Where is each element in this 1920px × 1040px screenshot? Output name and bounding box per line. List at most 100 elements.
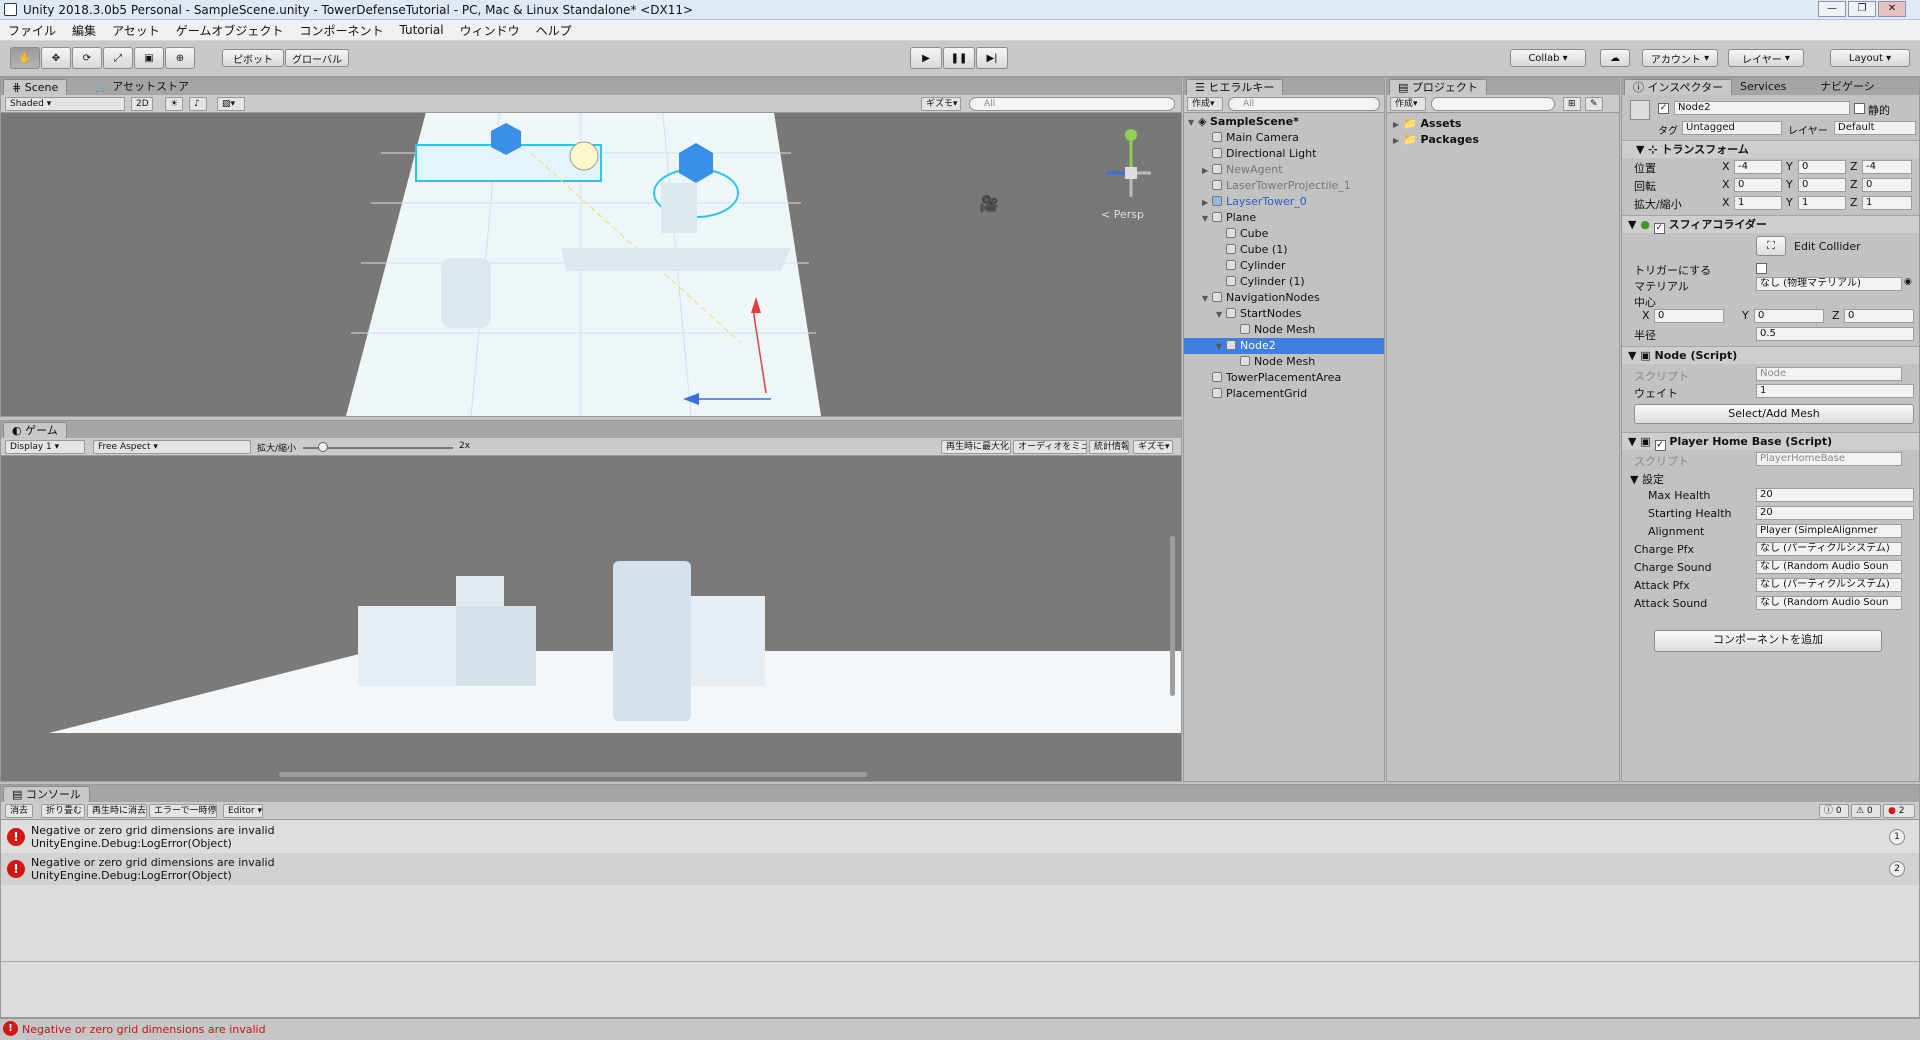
center-z-field[interactable]: 0 bbox=[1844, 309, 1914, 323]
scale-slider-thumb[interactable] bbox=[318, 442, 328, 452]
object-name-field[interactable]: Node2 bbox=[1674, 101, 1850, 115]
center-x-field[interactable]: 0 bbox=[1654, 309, 1724, 323]
play-button[interactable]: ▶ bbox=[910, 47, 942, 69]
aspect-dropdown[interactable]: Free Aspect ▾ bbox=[93, 440, 251, 454]
hierarchy-create-dropdown[interactable]: 作成▾ bbox=[1187, 97, 1223, 111]
alignment-field[interactable]: Player (SimpleAlignmer bbox=[1756, 524, 1902, 538]
scene-viewport[interactable]: 🎥 < Persp bbox=[1, 113, 1181, 416]
weight-field[interactable]: 1 bbox=[1756, 384, 1914, 398]
global-toggle[interactable]: グローバル bbox=[285, 49, 349, 67]
tab-console[interactable]: ▤ コンソール bbox=[3, 786, 90, 802]
error-filter-toggle[interactable]: ● 2 bbox=[1883, 804, 1915, 818]
collapse-toggle[interactable]: 折り畳む bbox=[41, 804, 85, 818]
charge-pfx-field[interactable]: なし (パーティクルシステム) bbox=[1756, 542, 1902, 556]
active-checkbox[interactable]: ✓ bbox=[1658, 103, 1669, 114]
clear-on-play-toggle[interactable]: 再生時に消去 bbox=[87, 804, 147, 818]
tab-scene[interactable]: ⋕ Scene bbox=[3, 79, 68, 95]
expand-arrow-icon[interactable]: ▼ bbox=[1188, 115, 1198, 131]
tab-inspector[interactable]: ⓘ インスペクター bbox=[1624, 79, 1733, 95]
rotation-y-field[interactable]: 0 bbox=[1798, 178, 1846, 192]
mode-2d-toggle[interactable]: 2D bbox=[131, 97, 153, 111]
settings-foldout[interactable]: ▼ 設定 bbox=[1630, 471, 1664, 487]
hierarchy-item[interactable]: ▶ NewAgent bbox=[1184, 162, 1384, 178]
hierarchy-item[interactable]: ▼ StartNodes bbox=[1184, 306, 1384, 322]
rotation-z-field[interactable]: 0 bbox=[1862, 178, 1912, 192]
rect-tool-icon[interactable]: ▣ bbox=[134, 47, 164, 69]
move-tool-icon[interactable]: ✥ bbox=[41, 47, 71, 69]
node-script-header[interactable]: ▼ ▣ Node (Script) bbox=[1622, 346, 1919, 364]
filter-label-icon[interactable]: ✎ bbox=[1585, 97, 1603, 111]
scale-z-field[interactable]: 1 bbox=[1862, 196, 1912, 210]
menu-file[interactable]: ファイル bbox=[0, 22, 64, 39]
folder-assets[interactable]: ▶ 📁 Assets bbox=[1387, 116, 1619, 132]
shading-mode-dropdown[interactable]: Shaded ▾ bbox=[5, 97, 125, 111]
transform-header[interactable]: ▼ ⊹ トランスフォーム bbox=[1622, 140, 1919, 158]
hierarchy-item[interactable]: Node Mesh bbox=[1184, 322, 1384, 338]
tab-navigation[interactable]: ナビゲーシ bbox=[1812, 79, 1883, 95]
warning-filter-toggle[interactable]: ⚠ 0 bbox=[1851, 804, 1881, 818]
effects-icon[interactable]: ▨▾ bbox=[217, 97, 245, 111]
maximize-on-play-toggle[interactable]: 再生時に最大化 bbox=[941, 440, 1011, 454]
object-picker-icon[interactable]: ◉ bbox=[1904, 277, 1912, 287]
menu-window[interactable]: ウィンドウ bbox=[452, 22, 528, 39]
hierarchy-item[interactable]: ▼ Node2 bbox=[1184, 338, 1384, 354]
console-detail-divider[interactable] bbox=[1, 961, 1919, 962]
hierarchy-item[interactable]: Node Mesh bbox=[1184, 354, 1384, 370]
filter-type-icon[interactable]: ⊞ bbox=[1563, 97, 1581, 111]
hierarchy-item[interactable]: Cube (1) bbox=[1184, 242, 1384, 258]
hierarchy-item[interactable]: ▼ ◈ SampleScene* bbox=[1184, 114, 1384, 130]
menu-edit[interactable]: 編集 bbox=[64, 22, 104, 39]
scale-x-field[interactable]: 1 bbox=[1734, 196, 1782, 210]
layers-dropdown[interactable]: レイヤー ▾ bbox=[1728, 49, 1804, 67]
rotate-tool-icon[interactable]: ⟳ bbox=[72, 47, 102, 69]
trigger-checkbox[interactable] bbox=[1756, 263, 1767, 274]
game-horizontal-scrollbar[interactable] bbox=[279, 772, 867, 777]
attack-pfx-field[interactable]: なし (パーティクルシステム) bbox=[1756, 578, 1902, 592]
radius-field[interactable]: 0.5 bbox=[1756, 327, 1914, 341]
maximize-button[interactable]: ❐ bbox=[1848, 1, 1876, 17]
material-field[interactable]: なし (物理マテリアル) bbox=[1756, 277, 1902, 291]
charge-sound-field[interactable]: なし (Random Audio Soun bbox=[1756, 560, 1902, 574]
menu-component[interactable]: コンポーネント bbox=[291, 22, 391, 39]
scale-y-field[interactable]: 1 bbox=[1798, 196, 1846, 210]
add-component-button[interactable]: コンポーネントを追加 bbox=[1654, 630, 1882, 652]
sphere-collider-header[interactable]: ▼ ● ✓ スフィアコライダー bbox=[1622, 215, 1919, 234]
expand-arrow-icon[interactable]: ▼ bbox=[1216, 307, 1226, 323]
hierarchy-item[interactable]: ▼ Plane bbox=[1184, 210, 1384, 226]
game-vertical-scrollbar[interactable] bbox=[1170, 536, 1175, 696]
tab-game[interactable]: ◐ ゲーム bbox=[3, 422, 67, 438]
position-z-field[interactable]: -4 bbox=[1862, 160, 1912, 174]
expand-arrow-icon[interactable]: ▼ bbox=[1216, 339, 1226, 355]
project-create-dropdown[interactable]: 作成▾ bbox=[1390, 97, 1426, 111]
console-entry[interactable]: ! Negative or zero grid dimensions are i… bbox=[1, 853, 1919, 885]
persp-label[interactable]: < Persp bbox=[1101, 208, 1144, 221]
hierarchy-search-input[interactable]: All bbox=[1228, 97, 1380, 111]
layout-dropdown[interactable]: Layout ▾ bbox=[1830, 49, 1910, 67]
editor-dropdown[interactable]: Editor ▾ bbox=[223, 804, 263, 818]
collab-dropdown[interactable]: Collab ▾ bbox=[1510, 49, 1586, 67]
scene-search-input[interactable]: All bbox=[969, 97, 1175, 111]
scale-tool-icon[interactable]: ⤢ bbox=[103, 47, 133, 69]
clear-button[interactable]: 消去 bbox=[5, 804, 33, 818]
tab-hierarchy[interactable]: ☰ ヒエラルキー bbox=[1186, 79, 1284, 95]
max-health-field[interactable]: 20 bbox=[1756, 488, 1914, 502]
hierarchy-item[interactable]: Cube bbox=[1184, 226, 1384, 242]
lighting-icon[interactable]: ☀ bbox=[165, 97, 183, 111]
console-entry[interactable]: ! Negative or zero grid dimensions are i… bbox=[1, 821, 1919, 853]
hierarchy-item[interactable]: Cylinder (1) bbox=[1184, 274, 1384, 290]
menu-gameobject[interactable]: ゲームオブジェクト bbox=[168, 22, 292, 39]
attack-sound-field[interactable]: なし (Random Audio Soun bbox=[1756, 596, 1902, 610]
hierarchy-item[interactable]: TowerPlacementArea bbox=[1184, 370, 1384, 386]
hierarchy-item[interactable]: PlacementGrid bbox=[1184, 386, 1384, 402]
position-x-field[interactable]: -4 bbox=[1734, 160, 1782, 174]
collapse-arrow-icon[interactable]: ▶ bbox=[1202, 195, 1212, 211]
select-add-mesh-button[interactable]: Select/Add Mesh bbox=[1634, 404, 1914, 424]
hierarchy-item[interactable]: Main Camera bbox=[1184, 130, 1384, 146]
display-dropdown[interactable]: Display 1 ▾ bbox=[5, 440, 85, 454]
game-gizmos-dropdown[interactable]: ギズモ▾ bbox=[1133, 440, 1173, 454]
tab-project[interactable]: ▤ プロジェクト bbox=[1389, 79, 1487, 95]
error-pause-toggle[interactable]: エラーで一時停止 bbox=[149, 804, 217, 818]
pause-button[interactable]: ❚❚ bbox=[943, 47, 975, 69]
hierarchy-item[interactable]: ▶ LayserTower_0 bbox=[1184, 194, 1384, 210]
info-filter-toggle[interactable]: ⓘ 0 bbox=[1819, 804, 1849, 818]
